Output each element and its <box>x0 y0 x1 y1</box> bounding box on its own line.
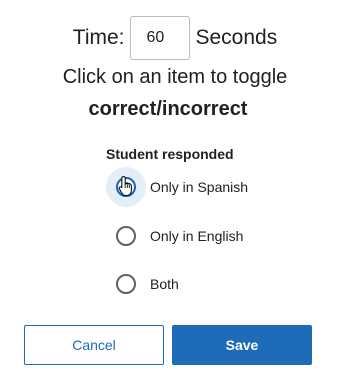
radio-label-both: Both <box>150 276 179 292</box>
time-row: Time: Seconds <box>0 16 350 60</box>
cancel-button[interactable]: Cancel <box>24 325 164 365</box>
save-button[interactable]: Save <box>172 325 312 365</box>
time-label: Time: <box>72 26 125 49</box>
dialog: Time: Seconds Click on an item to toggle… <box>0 0 350 377</box>
instruction-toggle-text: correct/incorrect <box>88 98 248 120</box>
instruction-text: Click on an item to toggle <box>62 66 288 88</box>
radio-button-both[interactable] <box>116 274 136 294</box>
radio-halo <box>106 216 146 256</box>
radio-option-both[interactable]: Both <box>106 264 179 304</box>
radio-halo <box>106 264 146 304</box>
radio-option-spanish[interactable]: Only in Spanish <box>106 167 248 207</box>
radio-label-spanish: Only in Spanish <box>150 179 249 195</box>
response-group-label: Student responded <box>106 146 234 162</box>
time-unit-label: Seconds <box>195 26 278 49</box>
time-input[interactable] <box>129 16 190 60</box>
radio-option-english[interactable]: Only in English <box>106 216 243 256</box>
radio-button-english[interactable] <box>116 226 136 246</box>
radio-label-english: Only in English <box>150 228 244 244</box>
radio-focus-halo <box>106 167 146 207</box>
hand-pointer-icon <box>118 175 132 197</box>
